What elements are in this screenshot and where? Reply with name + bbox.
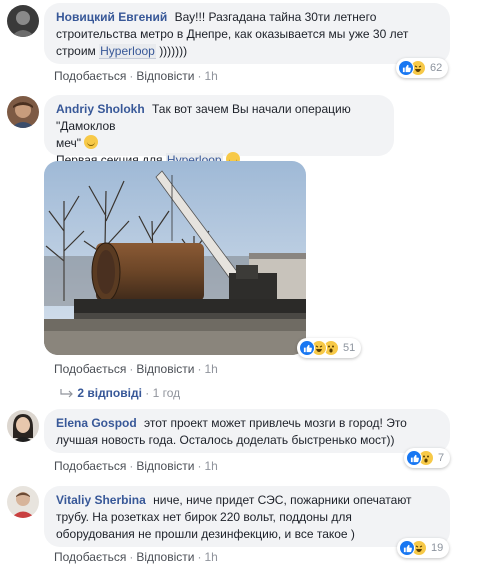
comment-text: оборудования не прошли дезинфекцию, и вс… [56, 527, 355, 541]
hashtag-link[interactable]: Hyperloop [99, 44, 156, 59]
comment-author[interactable]: Vitaliy Sherbina [56, 493, 146, 507]
reply-arrow-icon [60, 386, 77, 400]
comment-author[interactable]: Andriy Sholokh [56, 102, 145, 116]
comment-author[interactable]: Elena Gospod [56, 416, 137, 430]
comment-actions: Подобається · Відповісти · 1h [54, 550, 218, 564]
view-replies[interactable]: 2 відповіді · 1 год [60, 386, 180, 400]
comment-actions: Подобається · Відповісти · 1h [54, 459, 218, 473]
timestamp[interactable]: 1h [204, 459, 217, 473]
avatar[interactable] [7, 486, 39, 518]
reaction-summary[interactable]: 51 [297, 338, 362, 358]
like-button[interactable]: Подобається [54, 459, 126, 473]
comment-text: строительства метро в Днепре, как оказыв… [56, 27, 409, 41]
comment-text: этот проект может привлечь мозги в город… [144, 416, 407, 430]
avatar[interactable] [7, 96, 39, 128]
reaction-summary[interactable]: 7 [404, 448, 451, 468]
comment-text: лучшая новость года. Осталось доделать б… [56, 433, 395, 447]
reply-button[interactable]: Відповісти [136, 459, 194, 473]
reaction-summary[interactable]: 62 [396, 58, 449, 78]
timestamp[interactable]: 1h [204, 362, 217, 376]
comment-text: ниче, ниче придет СЭС, пожарники опечата… [153, 493, 412, 507]
comment-text: Вау!!! Разгадана тайна 30ти летнего [174, 10, 377, 24]
reaction-count: 7 [438, 452, 445, 464]
like-icon [406, 450, 422, 466]
comment-text: строим [56, 44, 96, 58]
comment-photo[interactable] [44, 161, 306, 355]
like-icon [398, 60, 414, 76]
reply-button[interactable]: Відповісти [136, 550, 194, 564]
comment-1: Новицкий Евгений Вау!!! Разгадана тайна … [0, 0, 482, 90]
reply-button[interactable]: Відповісти [136, 362, 194, 376]
comment-author[interactable]: Новицкий Евгений [56, 10, 167, 24]
avatar[interactable] [7, 5, 39, 37]
reaction-count: 19 [431, 542, 444, 554]
smile-emoji-icon [84, 135, 99, 149]
comment-actions: Подобається · Відповісти · 1h [54, 69, 218, 83]
timestamp: 1 год [152, 386, 181, 400]
reaction-count: 51 [343, 342, 356, 354]
comment-bubble: Elena Gospod этот проект может привлечь … [44, 409, 450, 453]
comment-text: меч" [56, 136, 82, 150]
avatar[interactable] [7, 410, 39, 442]
comment-bubble: Andriy Sholokh Так вот зачем Вы начали о… [44, 95, 394, 168]
reaction-count: 62 [430, 62, 443, 74]
timestamp[interactable]: 1h [204, 69, 217, 83]
like-icon [399, 540, 415, 556]
comment-bubble: Новицкий Евгений Вау!!! Разгадана тайна … [44, 3, 450, 64]
comment-text: ))))))) [159, 44, 188, 58]
like-button[interactable]: Подобається [54, 69, 126, 83]
like-button[interactable]: Подобається [54, 550, 126, 564]
like-button[interactable]: Подобається [54, 362, 126, 376]
timestamp[interactable]: 1h [204, 550, 217, 564]
reaction-summary[interactable]: 19 [397, 538, 450, 558]
replies-link[interactable]: 2 відповіді [77, 386, 142, 400]
like-icon [299, 340, 315, 356]
comment-actions: Подобається · Відповісти · 1h [54, 362, 218, 376]
reply-button[interactable]: Відповісти [136, 69, 194, 83]
comment-bubble: Vitaliy Sherbina ниче, ниче придет СЭС, … [44, 486, 450, 547]
comment-text: трубу. На розетках нет бирок 220 вольт, … [56, 510, 352, 524]
